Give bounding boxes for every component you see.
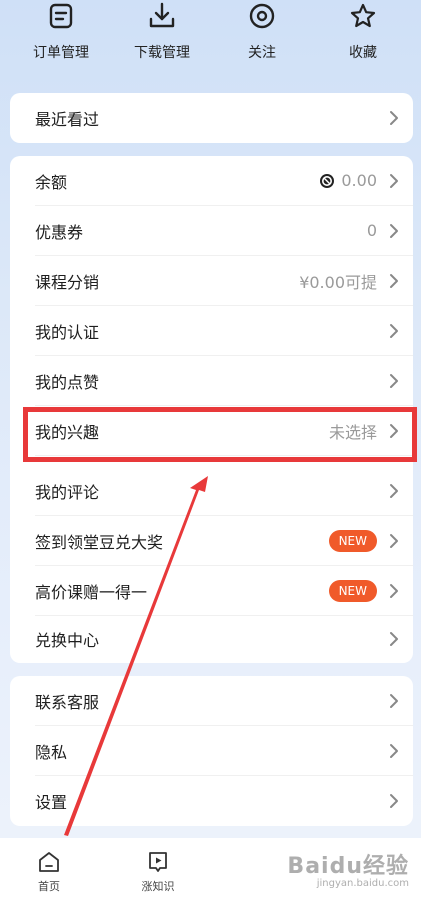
chevron-right-icon [390,533,398,548]
coupons-value: 0 [366,221,377,240]
interests-row[interactable]: 我的兴趣 未选择 [10,406,413,455]
certification-row[interactable]: 我的认证 [10,306,413,355]
order-management-label: 订单管理 [33,45,89,61]
coupons-label: 优惠券 [35,222,84,242]
chevron-right-icon [390,323,398,338]
nav-knowledge-label: 涨知识 [141,880,175,893]
nav-home-label: 首页 [38,880,60,893]
checkin-prize-label: 签到领堂豆兑大奖 [35,532,164,552]
new-badge: NEW [328,579,377,602]
new-badge: NEW [328,529,377,552]
comments-label: 我的评论 [35,482,100,502]
chevron-right-icon [390,743,398,758]
comments-row[interactable]: 我的评论 [10,466,413,515]
watermark-main: Baidu经验 [287,854,409,879]
download-management-button[interactable]: 下载管理 [112,0,212,62]
play-icon [149,852,167,872]
star-icon [350,3,376,28]
balance-value: 0.00 [341,171,377,190]
chevron-right-icon [390,273,398,288]
course-distribution-value: ¥0.00可提 [299,272,377,292]
order-icon [49,3,73,29]
likes-label: 我的点赞 [35,372,100,392]
course-distribution-row[interactable]: 课程分销 ¥0.00可提 [10,256,413,305]
chevron-right-icon [390,223,398,238]
download-management-label: 下载管理 [134,45,190,61]
certification-label: 我的认证 [35,322,100,342]
follow-label: 关注 [248,45,276,61]
nav-knowledge[interactable]: 涨知识 [118,850,198,894]
chevron-right-icon [390,111,398,125]
favorites-label: 收藏 [349,45,377,61]
privacy-label: 隐私 [35,742,68,762]
interests-label: 我的兴趣 [35,422,100,442]
chevron-right-icon [390,793,398,808]
home-icon [39,852,59,872]
privacy-row[interactable]: 隐私 [10,726,413,775]
settings-row[interactable]: 设置 [10,776,413,825]
customer-service-label: 联系客服 [35,692,100,712]
course-distribution-label: 课程分销 [35,272,100,292]
checkin-prize-row[interactable]: 签到领堂豆兑大奖 NEW [10,516,413,565]
chevron-right-icon [390,583,398,598]
account-card: 余额 0.00 优惠券 0 课程分销 ¥0.00可提 我的认证 我的点赞 我的兴… [10,156,413,663]
interests-value: 未选择 [328,422,377,442]
recent-card: 最近看过 [10,93,413,143]
support-card: 联系客服 隐私 设置 [10,676,413,826]
favorites-button[interactable]: 收藏 [313,0,413,62]
chevron-right-icon [390,693,398,708]
follow-button[interactable]: 关注 [212,0,312,62]
redeem-center-row[interactable]: 兑换中心 [10,614,413,663]
quick-actions-bar: 订单管理 下载管理 关注 收藏 [0,0,421,80]
balance-label: 余额 [35,172,68,192]
baidu-watermark: Baidu经验 jingyan.baidu.com [287,848,409,889]
coupons-row[interactable]: 优惠券 0 [10,206,413,255]
customer-service-row[interactable]: 联系客服 [10,676,413,725]
premium-course-gift-row[interactable]: 高价课赠一得一 NEW [10,566,413,615]
chevron-right-icon [390,631,398,646]
nav-home[interactable]: 首页 [9,850,89,894]
likes-row[interactable]: 我的点赞 [10,356,413,405]
premium-course-gift-label: 高价课赠一得一 [35,582,148,602]
recent-row[interactable]: 最近看过 [10,93,413,143]
chevron-right-icon [390,173,398,188]
recent-label: 最近看过 [35,110,100,129]
chevron-right-icon [390,373,398,388]
chevron-right-icon [390,483,398,498]
download-icon [149,2,175,28]
order-management-button[interactable]: 订单管理 [11,0,111,62]
settings-label: 设置 [35,792,68,812]
balance-row[interactable]: 余额 0.00 [10,156,413,205]
redeem-center-label: 兑换中心 [35,630,100,650]
eye-icon [249,3,275,29]
chevron-right-icon [390,423,398,438]
coin-icon [320,173,335,188]
